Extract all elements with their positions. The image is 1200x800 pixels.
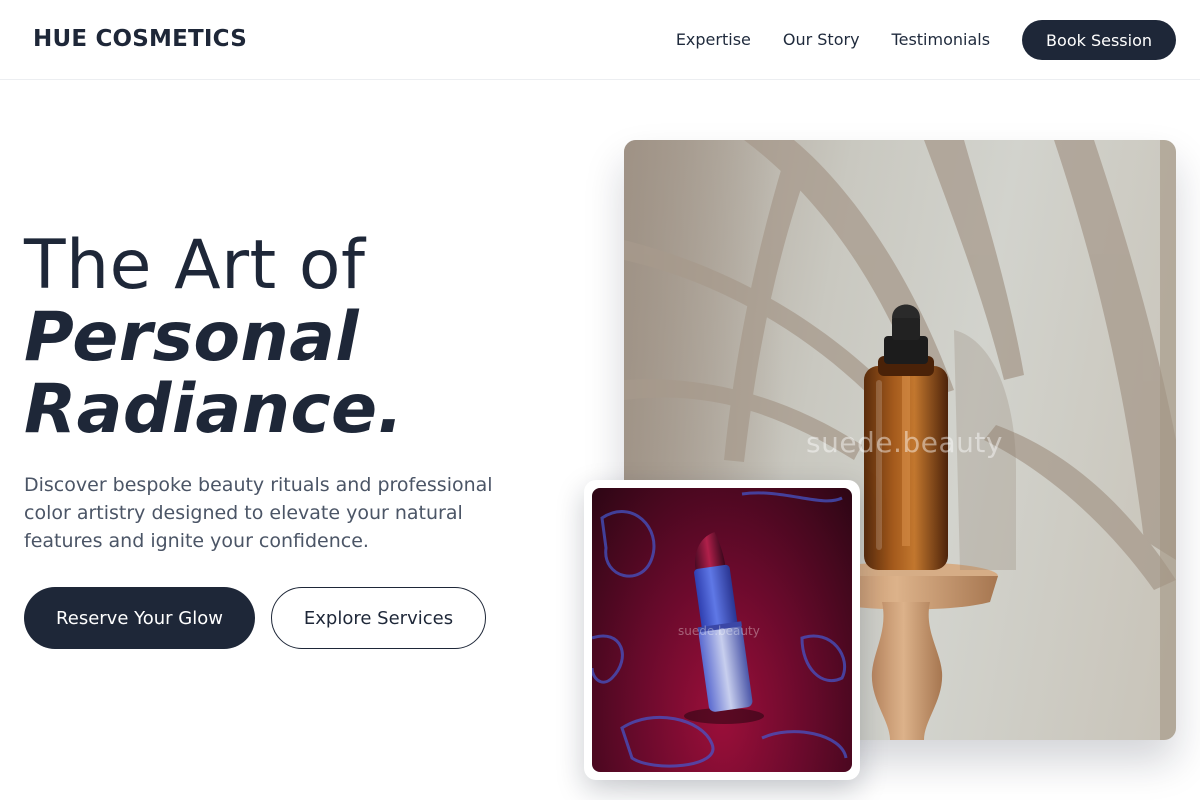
lipstick-illustration [592, 491, 848, 768]
hero-title: The Art of Personal Radiance. [24, 230, 584, 446]
nav-link-our-story[interactable]: Our Story [783, 30, 860, 50]
hero-title-line-3: Radiance. [24, 370, 404, 449]
site-header: HUE COSMETICS Expertise Our Story Testim… [0, 0, 1200, 80]
lipstick-image-card: suede.beauty [584, 480, 860, 780]
main-nav: Expertise Our Story Testimonials Book Se… [676, 20, 1176, 60]
explore-services-button[interactable]: Explore Services [271, 587, 486, 649]
book-session-button[interactable]: Book Session [1022, 20, 1176, 60]
hero-description: Discover bespoke beauty rituals and prof… [24, 474, 493, 552]
lipstick-image: suede.beauty [592, 488, 852, 772]
brand-logo[interactable]: HUE COSMETICS [33, 25, 247, 53]
reserve-your-glow-button[interactable]: Reserve Your Glow [24, 587, 255, 649]
nav-link-testimonials[interactable]: Testimonials [892, 30, 991, 50]
hero-title-line-1: The Art of [24, 226, 366, 305]
nav-link-expertise[interactable]: Expertise [676, 30, 751, 50]
hero-title-line-2: Personal [24, 298, 359, 377]
